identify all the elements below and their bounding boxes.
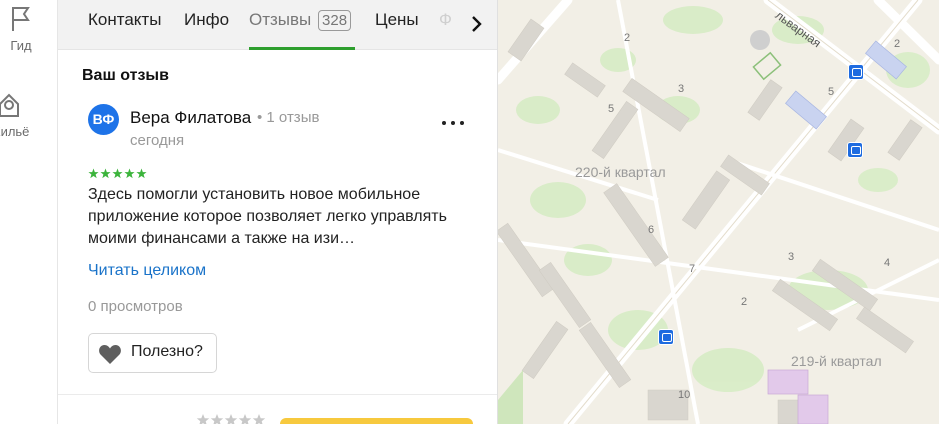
house-number: 7 xyxy=(689,263,696,275)
house-number: 5 xyxy=(828,86,835,98)
house-number: 5 xyxy=(608,103,615,115)
star-icon xyxy=(88,168,99,179)
quarter-219-label: 219-й квартал xyxy=(791,353,882,369)
rail-item-guide-label: Гид xyxy=(10,38,32,53)
left-rail: Гид Жильё xyxy=(0,0,58,424)
house-number: 2 xyxy=(894,38,901,50)
rail-item-housing-label: Жильё xyxy=(0,124,30,139)
house-number: 10 xyxy=(678,389,691,401)
useful-button[interactable]: Полезно? xyxy=(88,333,217,373)
house-number: 2 xyxy=(624,32,631,44)
views-count: 0 просмотров xyxy=(88,298,183,315)
quarter-220-label: 220-й квартал xyxy=(575,164,666,180)
read-more-link[interactable]: Читать целиком xyxy=(88,262,206,280)
tab-prices[interactable]: Цены xyxy=(375,10,419,30)
review-author[interactable]: Вера Филатова xyxy=(130,108,251,128)
house-number: 3 xyxy=(678,83,685,95)
rate-button[interactable] xyxy=(280,418,473,424)
active-tab-indicator xyxy=(249,47,355,50)
star-icon xyxy=(136,168,147,179)
review-text: Здесь помогли установить новое мобильное… xyxy=(88,186,447,247)
rail-item-guide[interactable]: Гид xyxy=(0,4,50,53)
map-view[interactable]: льварная 220-й квартал 219-й квартал 2 5… xyxy=(498,0,939,424)
house-number: 4 xyxy=(884,257,891,269)
divider xyxy=(58,394,497,395)
rail-item-housing[interactable]: Жильё xyxy=(0,90,38,139)
tab-bar: Контакты Инфо Отзывы 328 Цены Ф xyxy=(58,0,497,50)
tab-next-faded[interactable]: Ф xyxy=(439,10,452,30)
star-icon xyxy=(100,168,111,179)
rating-stars xyxy=(88,166,148,179)
more-options-button[interactable] xyxy=(440,112,468,132)
chevron-right-icon[interactable] xyxy=(468,14,484,34)
place-panel: Контакты Инфо Отзывы 328 Цены Ф Ваш отзы… xyxy=(58,0,498,424)
bus-stop-icon[interactable] xyxy=(658,329,674,345)
section-title: Ваш отзыв xyxy=(82,67,169,84)
tab-info[interactable]: Инфо xyxy=(184,10,229,30)
tab-contacts[interactable]: Контакты xyxy=(88,10,161,30)
flag-icon xyxy=(12,7,30,31)
useful-button-label: Полезно? xyxy=(131,343,203,360)
star-icon xyxy=(124,168,135,179)
author-review-count: • 1 отзыв xyxy=(257,109,320,126)
house-key-icon xyxy=(0,93,19,117)
avatar[interactable]: ВФ xyxy=(88,104,119,135)
reviews-count-badge: 328 xyxy=(318,10,352,31)
house-number: 3 xyxy=(788,251,795,263)
bus-stop-icon[interactable] xyxy=(848,64,864,80)
review-date: сегодня xyxy=(130,132,185,149)
bus-stop-icon[interactable] xyxy=(847,142,863,158)
tab-reviews[interactable]: Отзывы 328 xyxy=(249,10,352,31)
star-icon xyxy=(112,168,123,179)
tab-reviews-label: Отзывы xyxy=(249,10,312,29)
house-number: 6 xyxy=(648,224,655,236)
rate-stars-input[interactable] xyxy=(196,413,268,424)
house-number: 2 xyxy=(741,296,748,308)
heart-icon xyxy=(99,345,121,364)
